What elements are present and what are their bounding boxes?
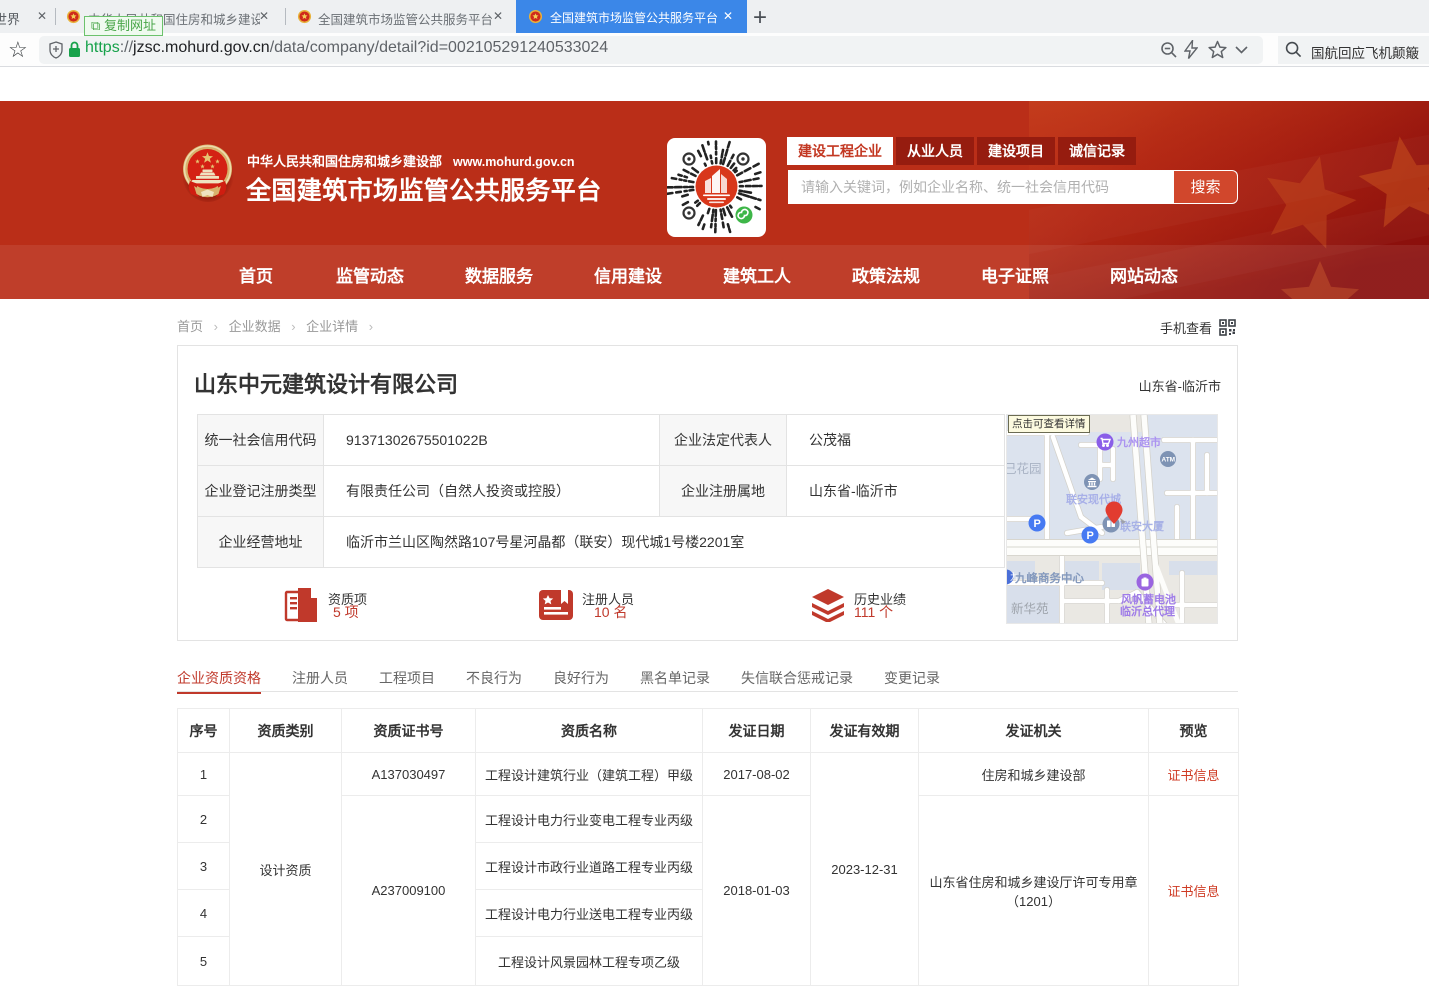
svg-text:P: P: [1034, 518, 1041, 530]
svg-text:九峰商务中心: 九峰商务中心: [1014, 571, 1084, 585]
svg-text:己花园: 己花园: [1007, 461, 1042, 476]
svg-text:新华苑: 新华苑: [1011, 601, 1049, 616]
svg-text:联安大厦: 联安大厦: [1120, 519, 1165, 533]
svg-text:临沂总代理: 临沂总代理: [1120, 604, 1175, 618]
svg-text:P: P: [1087, 530, 1094, 542]
svg-text:九州超市: 九州超市: [1116, 435, 1161, 449]
svg-text:ATM: ATM: [1162, 457, 1176, 464]
svg-text:风帆蓄电池: 风帆蓄电池: [1121, 592, 1176, 606]
